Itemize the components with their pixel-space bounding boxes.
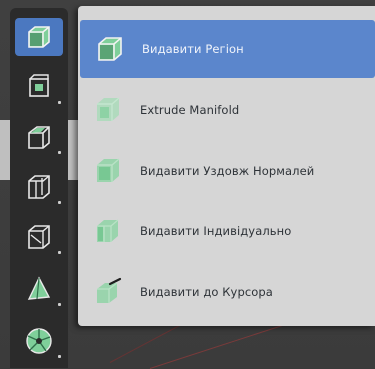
menu-item-extrude-individual[interactable]: Видавити Індивідуально (78, 202, 375, 260)
submenu-indicator-icon (58, 303, 61, 306)
tool-poly-build[interactable] (15, 270, 63, 308)
knife-icon (28, 225, 50, 249)
submenu-indicator-icon (58, 151, 61, 154)
tool-knife[interactable] (15, 218, 63, 256)
menu-item-extrude-region[interactable]: Видавити Регіон (80, 20, 375, 78)
extrude-tools-menu: Видавити Регіон Extrude Manifold Видавит… (78, 6, 375, 326)
tool-shelf (10, 8, 68, 368)
extrude-manifold-icon (90, 92, 126, 128)
tool-inset-faces[interactable] (15, 68, 63, 106)
poly-build-icon (27, 276, 51, 300)
tool-spin[interactable] (15, 322, 63, 360)
x-axis-line (149, 324, 284, 369)
tool-bevel[interactable] (15, 118, 63, 156)
menu-item-extrude-to-cursor[interactable]: Видавити до Курсора (78, 263, 375, 321)
inset-faces-icon (29, 74, 49, 97)
submenu-indicator-icon (58, 355, 61, 358)
submenu-indicator-icon (58, 101, 61, 104)
extrude-along-normals-icon (90, 153, 126, 189)
extrude-region-icon (28, 26, 50, 48)
submenu-indicator-icon (58, 251, 61, 254)
menu-item-label: Extrude Manifold (140, 103, 240, 117)
menu-item-label: Видавити Уздовж Нормалей (140, 164, 315, 178)
tool-extrude-region[interactable] (15, 18, 63, 56)
menu-item-extrude-along-normals[interactable]: Видавити Уздовж Нормалей (78, 142, 375, 200)
extrude-to-cursor-icon (90, 274, 126, 310)
menu-item-extrude-manifold[interactable]: Extrude Manifold (78, 81, 375, 139)
y-axis-line (109, 319, 190, 363)
menu-item-label: Видавити Індивідуально (140, 224, 292, 238)
bevel-icon (28, 126, 50, 149)
loop-cut-icon (28, 175, 50, 199)
spin-icon (26, 328, 52, 354)
extrude-region-icon (92, 31, 128, 67)
menu-item-label: Видавити до Курсора (140, 285, 273, 299)
extrude-individual-icon (90, 213, 126, 249)
tool-loop-cut[interactable] (15, 168, 63, 206)
submenu-indicator-icon (58, 201, 61, 204)
menu-item-label: Видавити Регіон (142, 42, 244, 56)
